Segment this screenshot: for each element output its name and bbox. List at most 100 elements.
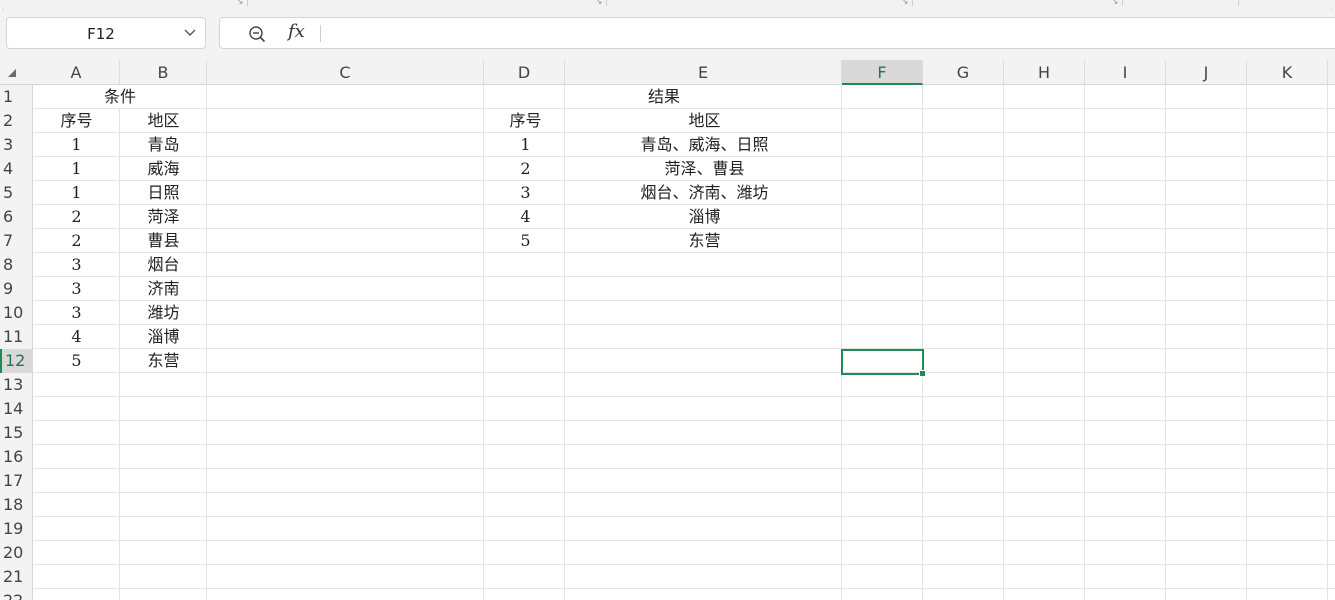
row-header-14[interactable]: 14 xyxy=(0,397,33,421)
condition-cell-index[interactable]: 3 xyxy=(33,301,120,325)
column-header-g[interactable]: G xyxy=(923,60,1004,85)
condition-cell-index[interactable]: 1 xyxy=(33,157,120,181)
condition-cell-index[interactable]: 2 xyxy=(33,205,120,229)
result-cell-region[interactable]: 菏泽、曹县 xyxy=(566,157,843,181)
column-header-d[interactable]: D xyxy=(484,60,565,85)
result-cell-region[interactable]: 淄博 xyxy=(566,205,843,229)
result-header-region[interactable]: 地区 xyxy=(566,109,843,133)
result-cell-index[interactable]: 2 xyxy=(485,157,566,181)
column-gridline xyxy=(483,85,484,600)
row-header-22[interactable]: 22 xyxy=(0,589,33,600)
condition-cell-region[interactable]: 曹县 xyxy=(120,229,207,253)
select-all-icon[interactable] xyxy=(8,69,16,77)
column-header-bar: ABCDEFGHIJK xyxy=(0,60,1335,85)
cell-area[interactable]: 条件 序号 地区 1 青岛 1 威海 1 日照 2 菏泽 2 曹县 3 烟台 3… xyxy=(33,85,1335,600)
column-gridline xyxy=(922,85,923,600)
result-cell-region[interactable]: 烟台、济南、潍坊 xyxy=(566,181,843,205)
condition-cell-index[interactable]: 2 xyxy=(33,229,120,253)
condition-cell-region[interactable]: 潍坊 xyxy=(120,301,207,325)
condition-cell-index[interactable]: 3 xyxy=(33,277,120,301)
column-header-e[interactable]: E xyxy=(565,60,842,85)
ribbon-expand-icon[interactable]: ↘ xyxy=(901,0,909,7)
column-header-k[interactable]: K xyxy=(1247,60,1328,85)
condition-cell-region[interactable]: 烟台 xyxy=(120,253,207,277)
fill-handle[interactable] xyxy=(919,370,926,377)
condition-cell-index[interactable]: 1 xyxy=(33,181,120,205)
select-all-corner[interactable] xyxy=(0,60,33,85)
row-header-10[interactable]: 10 xyxy=(0,301,33,325)
column-header-h[interactable]: H xyxy=(1004,60,1085,85)
ribbon-separator xyxy=(606,0,607,6)
condition-cell-index[interactable]: 5 xyxy=(33,349,120,373)
column-header-b[interactable]: B xyxy=(120,60,207,85)
row-gridline xyxy=(33,516,1335,517)
row-header-17[interactable]: 17 xyxy=(0,469,33,493)
result-header-index[interactable]: 序号 xyxy=(485,109,566,133)
row-gridline xyxy=(33,588,1335,589)
row-header-21[interactable]: 21 xyxy=(0,565,33,589)
active-cell-selection[interactable] xyxy=(841,349,926,377)
row-header-3[interactable]: 3 xyxy=(0,133,33,157)
row-header-8[interactable]: 8 xyxy=(0,253,33,277)
condition-cell-index[interactable]: 1 xyxy=(33,133,120,157)
formula-separator xyxy=(320,25,321,42)
row-gridline xyxy=(33,420,1335,421)
row-gridline xyxy=(33,444,1335,445)
condition-cell-region[interactable]: 青岛 xyxy=(120,133,207,157)
column-header-a[interactable]: A xyxy=(33,60,120,85)
condition-cell-index[interactable]: 3 xyxy=(33,253,120,277)
column-header-i[interactable]: I xyxy=(1085,60,1166,85)
ribbon-expand-icon[interactable]: ↘ xyxy=(236,0,244,7)
ribbon-expand-icon[interactable]: ↘ xyxy=(1111,0,1119,7)
column-gridline xyxy=(1246,85,1247,600)
condition-header-region[interactable]: 地区 xyxy=(120,109,207,133)
row-header-15[interactable]: 15 xyxy=(0,421,33,445)
condition-cell-index[interactable]: 4 xyxy=(33,325,120,349)
condition-cell-region[interactable]: 淄博 xyxy=(120,325,207,349)
result-cell-region[interactable]: 东营 xyxy=(566,229,843,253)
row-header-5[interactable]: 5 xyxy=(0,181,33,205)
condition-header-index[interactable]: 序号 xyxy=(33,109,120,133)
result-title[interactable]: 结果 xyxy=(485,85,843,109)
row-header-18[interactable]: 18 xyxy=(0,493,33,517)
row-header-20[interactable]: 20 xyxy=(0,541,33,565)
ribbon-separator xyxy=(1122,0,1123,6)
result-cell-index[interactable]: 4 xyxy=(485,205,566,229)
row-header-2[interactable]: 2 xyxy=(0,109,33,133)
condition-cell-region[interactable]: 菏泽 xyxy=(120,205,207,229)
row-header-7[interactable]: 7 xyxy=(0,229,33,253)
condition-cell-region[interactable]: 东营 xyxy=(120,349,207,373)
row-header-4[interactable]: 4 xyxy=(0,157,33,181)
ribbon-separator xyxy=(247,0,248,6)
condition-title[interactable]: 条件 xyxy=(33,85,207,109)
result-cell-region[interactable]: 青岛、威海、日照 xyxy=(566,133,843,157)
column-header-f[interactable]: F xyxy=(842,60,923,85)
condition-cell-region[interactable]: 威海 xyxy=(120,157,207,181)
name-box-value[interactable]: F12 xyxy=(7,25,195,43)
name-box[interactable]: F12 xyxy=(6,17,206,49)
column-gridline xyxy=(1165,85,1166,600)
ribbon-expand-icon[interactable]: ↘ xyxy=(595,0,603,7)
ribbon-separator xyxy=(1238,0,1239,6)
row-header-11[interactable]: 11 xyxy=(0,325,33,349)
formula-bar[interactable]: fx xyxy=(219,17,1335,49)
result-cell-index[interactable]: 5 xyxy=(485,229,566,253)
row-header-13[interactable]: 13 xyxy=(0,373,33,397)
result-cell-index[interactable]: 1 xyxy=(485,133,566,157)
column-header-j[interactable]: J xyxy=(1166,60,1247,85)
column-header-c[interactable]: C xyxy=(207,60,484,85)
row-gridline xyxy=(33,492,1335,493)
condition-cell-region[interactable]: 济南 xyxy=(120,277,207,301)
result-cell-index[interactable]: 3 xyxy=(485,181,566,205)
row-header-19[interactable]: 19 xyxy=(0,517,33,541)
row-header-6[interactable]: 6 xyxy=(0,205,33,229)
row-gridline xyxy=(33,324,1335,325)
zoom-icon[interactable] xyxy=(248,25,266,43)
fx-icon[interactable]: fx xyxy=(288,21,305,42)
row-header-16[interactable]: 16 xyxy=(0,445,33,469)
chevron-down-icon[interactable] xyxy=(183,25,197,39)
condition-cell-region[interactable]: 日照 xyxy=(120,181,207,205)
row-header-1[interactable]: 1 xyxy=(0,85,33,109)
row-header-12[interactable]: 12 xyxy=(0,349,33,373)
row-header-9[interactable]: 9 xyxy=(0,277,33,301)
